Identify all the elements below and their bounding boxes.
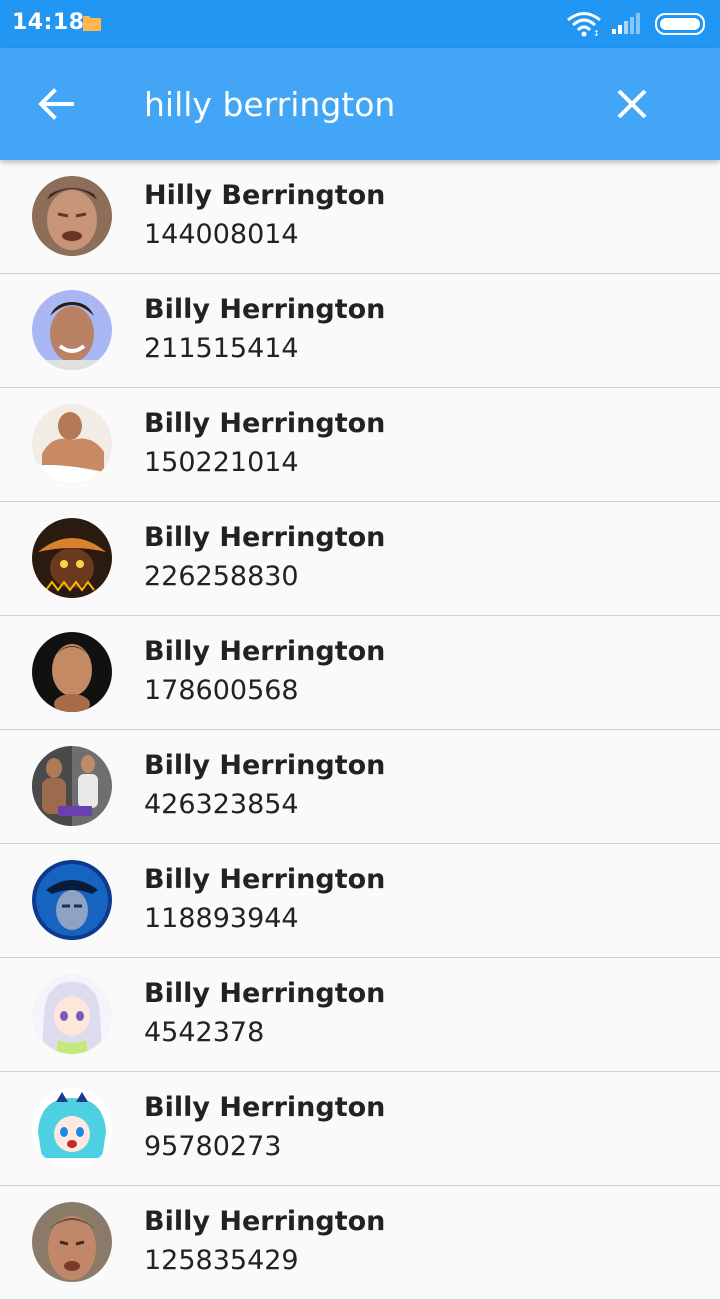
list-item[interactable]: Billy Herrington 211515414 [0, 274, 720, 388]
contact-name: Billy Herrington [144, 750, 386, 781]
contact-name: Billy Herrington [144, 864, 386, 895]
avatar [32, 746, 112, 826]
search-input[interactable] [144, 80, 584, 128]
list-item[interactable]: Billy Herrington 4542378 [0, 958, 720, 1072]
battery-icon [655, 13, 705, 35]
list-item[interactable]: Billy Herrington 426323854 [0, 730, 720, 844]
avatar [32, 974, 112, 1054]
avatar [32, 290, 112, 370]
avatar [32, 1088, 112, 1168]
close-icon [617, 89, 647, 119]
avatar [32, 518, 112, 598]
contact-id: 118893944 [144, 903, 299, 934]
status-bar: 14:18 ↕ [0, 0, 720, 48]
status-time: 14:18 [12, 10, 85, 35]
results-list: Hilly Berrington 144008014 Billy Herring… [0, 160, 720, 1300]
contact-id: 95780273 [144, 1131, 282, 1162]
list-item[interactable]: Billy Herrington 150221014 [0, 388, 720, 502]
contact-name: Billy Herrington [144, 1092, 386, 1123]
contact-name: Billy Herrington [144, 1206, 386, 1237]
avatar [32, 404, 112, 484]
contact-name: Billy Herrington [144, 294, 386, 325]
contact-id: 226258830 [144, 561, 299, 592]
folder-icon [83, 16, 101, 31]
avatar [32, 632, 112, 712]
avatar [32, 176, 112, 256]
signal-icon [612, 13, 640, 34]
list-item[interactable]: Billy Herrington 125835429 [0, 1186, 720, 1300]
clear-search-button[interactable] [600, 72, 664, 136]
list-item[interactable]: Hilly Berrington 144008014 [0, 160, 720, 274]
contact-id: 426323854 [144, 789, 299, 820]
contact-name: Billy Herrington [144, 978, 386, 1009]
wifi-icon: ↕ [567, 12, 601, 37]
contact-id: 150221014 [144, 447, 299, 478]
search-app-bar [0, 48, 720, 160]
list-item[interactable]: Billy Herrington 118893944 [0, 844, 720, 958]
contact-name: Billy Herrington [144, 408, 386, 439]
contact-id: 178600568 [144, 675, 299, 706]
avatar [32, 1202, 112, 1282]
contact-name: Billy Herrington [144, 522, 386, 553]
list-item[interactable]: Billy Herrington 95780273 [0, 1072, 720, 1186]
back-button[interactable] [24, 72, 88, 136]
contact-id: 144008014 [144, 219, 299, 250]
contact-name: Billy Herrington [144, 636, 386, 667]
svg-text:↕: ↕ [593, 29, 600, 37]
contact-id: 125835429 [144, 1245, 299, 1276]
arrow-left-icon [38, 88, 74, 120]
contact-name: Hilly Berrington [144, 180, 386, 211]
avatar [32, 860, 112, 940]
list-item[interactable]: Billy Herrington 226258830 [0, 502, 720, 616]
contact-id: 211515414 [144, 333, 299, 364]
contact-id: 4542378 [144, 1017, 265, 1048]
list-item[interactable]: Billy Herrington 178600568 [0, 616, 720, 730]
